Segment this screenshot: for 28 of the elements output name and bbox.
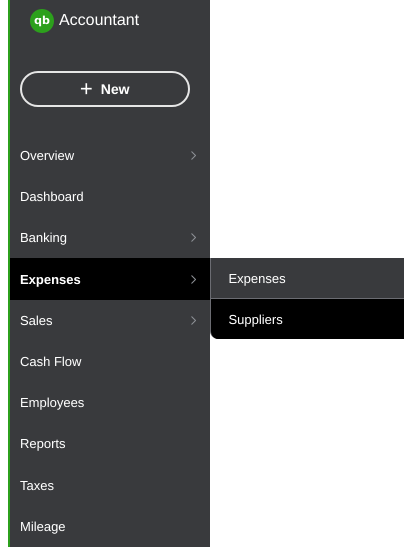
nav-item[interactable]: Employees — [10, 382, 210, 424]
logo-text: Accountant — [59, 12, 140, 30]
nav-item[interactable]: Expenses — [10, 258, 210, 300]
nav-item[interactable]: Banking — [10, 217, 210, 258]
chevron-icon — [190, 233, 196, 242]
nav-label: Overview — [20, 148, 74, 163]
nav-item[interactable]: Overview — [10, 134, 210, 176]
nav-label: Taxes — [20, 478, 54, 493]
nav-item[interactable]: Reports — [10, 423, 210, 465]
nav-label: Cash Flow — [20, 354, 82, 369]
submenu-item[interactable]: Suppliers — [210, 298, 404, 339]
logo-icon: qb — [30, 8, 54, 33]
new-button[interactable]: + New — [20, 71, 190, 107]
nav-label: Expenses — [20, 272, 81, 286]
nav-item[interactable]: Dashboard — [10, 176, 210, 218]
nav-item[interactable]: Taxes — [10, 464, 210, 506]
nav-item[interactable]: Cash Flow — [10, 340, 210, 382]
nav-label: Mileage — [20, 518, 66, 534]
nav-item[interactable]: Mileage — [10, 506, 210, 547]
nav-item[interactable]: Sales — [10, 300, 210, 341]
chevron-icon — [190, 274, 196, 284]
nav-label: Sales — [20, 312, 53, 328]
chevron-icon — [190, 150, 196, 160]
nav-label: Dashboard — [20, 189, 84, 204]
chevron-icon — [190, 316, 196, 325]
nav-label: Reports — [20, 436, 66, 452]
nav-label: Employees — [20, 395, 84, 410]
nav-label: Banking — [20, 230, 67, 246]
